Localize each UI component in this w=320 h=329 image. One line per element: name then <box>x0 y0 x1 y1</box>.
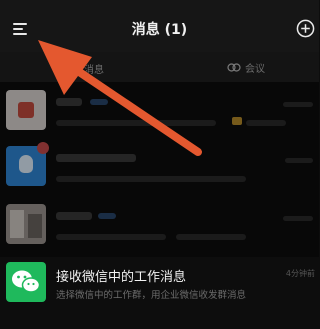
tab-messages[interactable]: 消息 <box>84 61 104 76</box>
tab-meetings-label: 会议 <box>245 64 265 75</box>
plus-circle-icon[interactable] <box>296 19 315 38</box>
top-bar: 消息 (1) <box>0 0 319 52</box>
page-title: 消息 (1) <box>131 22 188 38</box>
item-subtitle: 选择微信中的工作群，用企业微信收发群消息 <box>56 290 247 301</box>
wechat-icon <box>6 262 46 302</box>
tab-meetings[interactable]: 会议 <box>227 60 265 75</box>
tab-bar: 消息 会议 <box>0 52 319 82</box>
wechat-work-messages-item[interactable]: 接收微信中的工作消息 选择微信中的工作群，用企业微信收发群消息 4分钟前 <box>0 258 319 316</box>
item-time: 4分钟前 <box>285 269 315 278</box>
meeting-icon <box>227 63 241 72</box>
blur-overlay <box>0 82 319 257</box>
item-title: 接收微信中的工作消息 <box>56 270 187 285</box>
